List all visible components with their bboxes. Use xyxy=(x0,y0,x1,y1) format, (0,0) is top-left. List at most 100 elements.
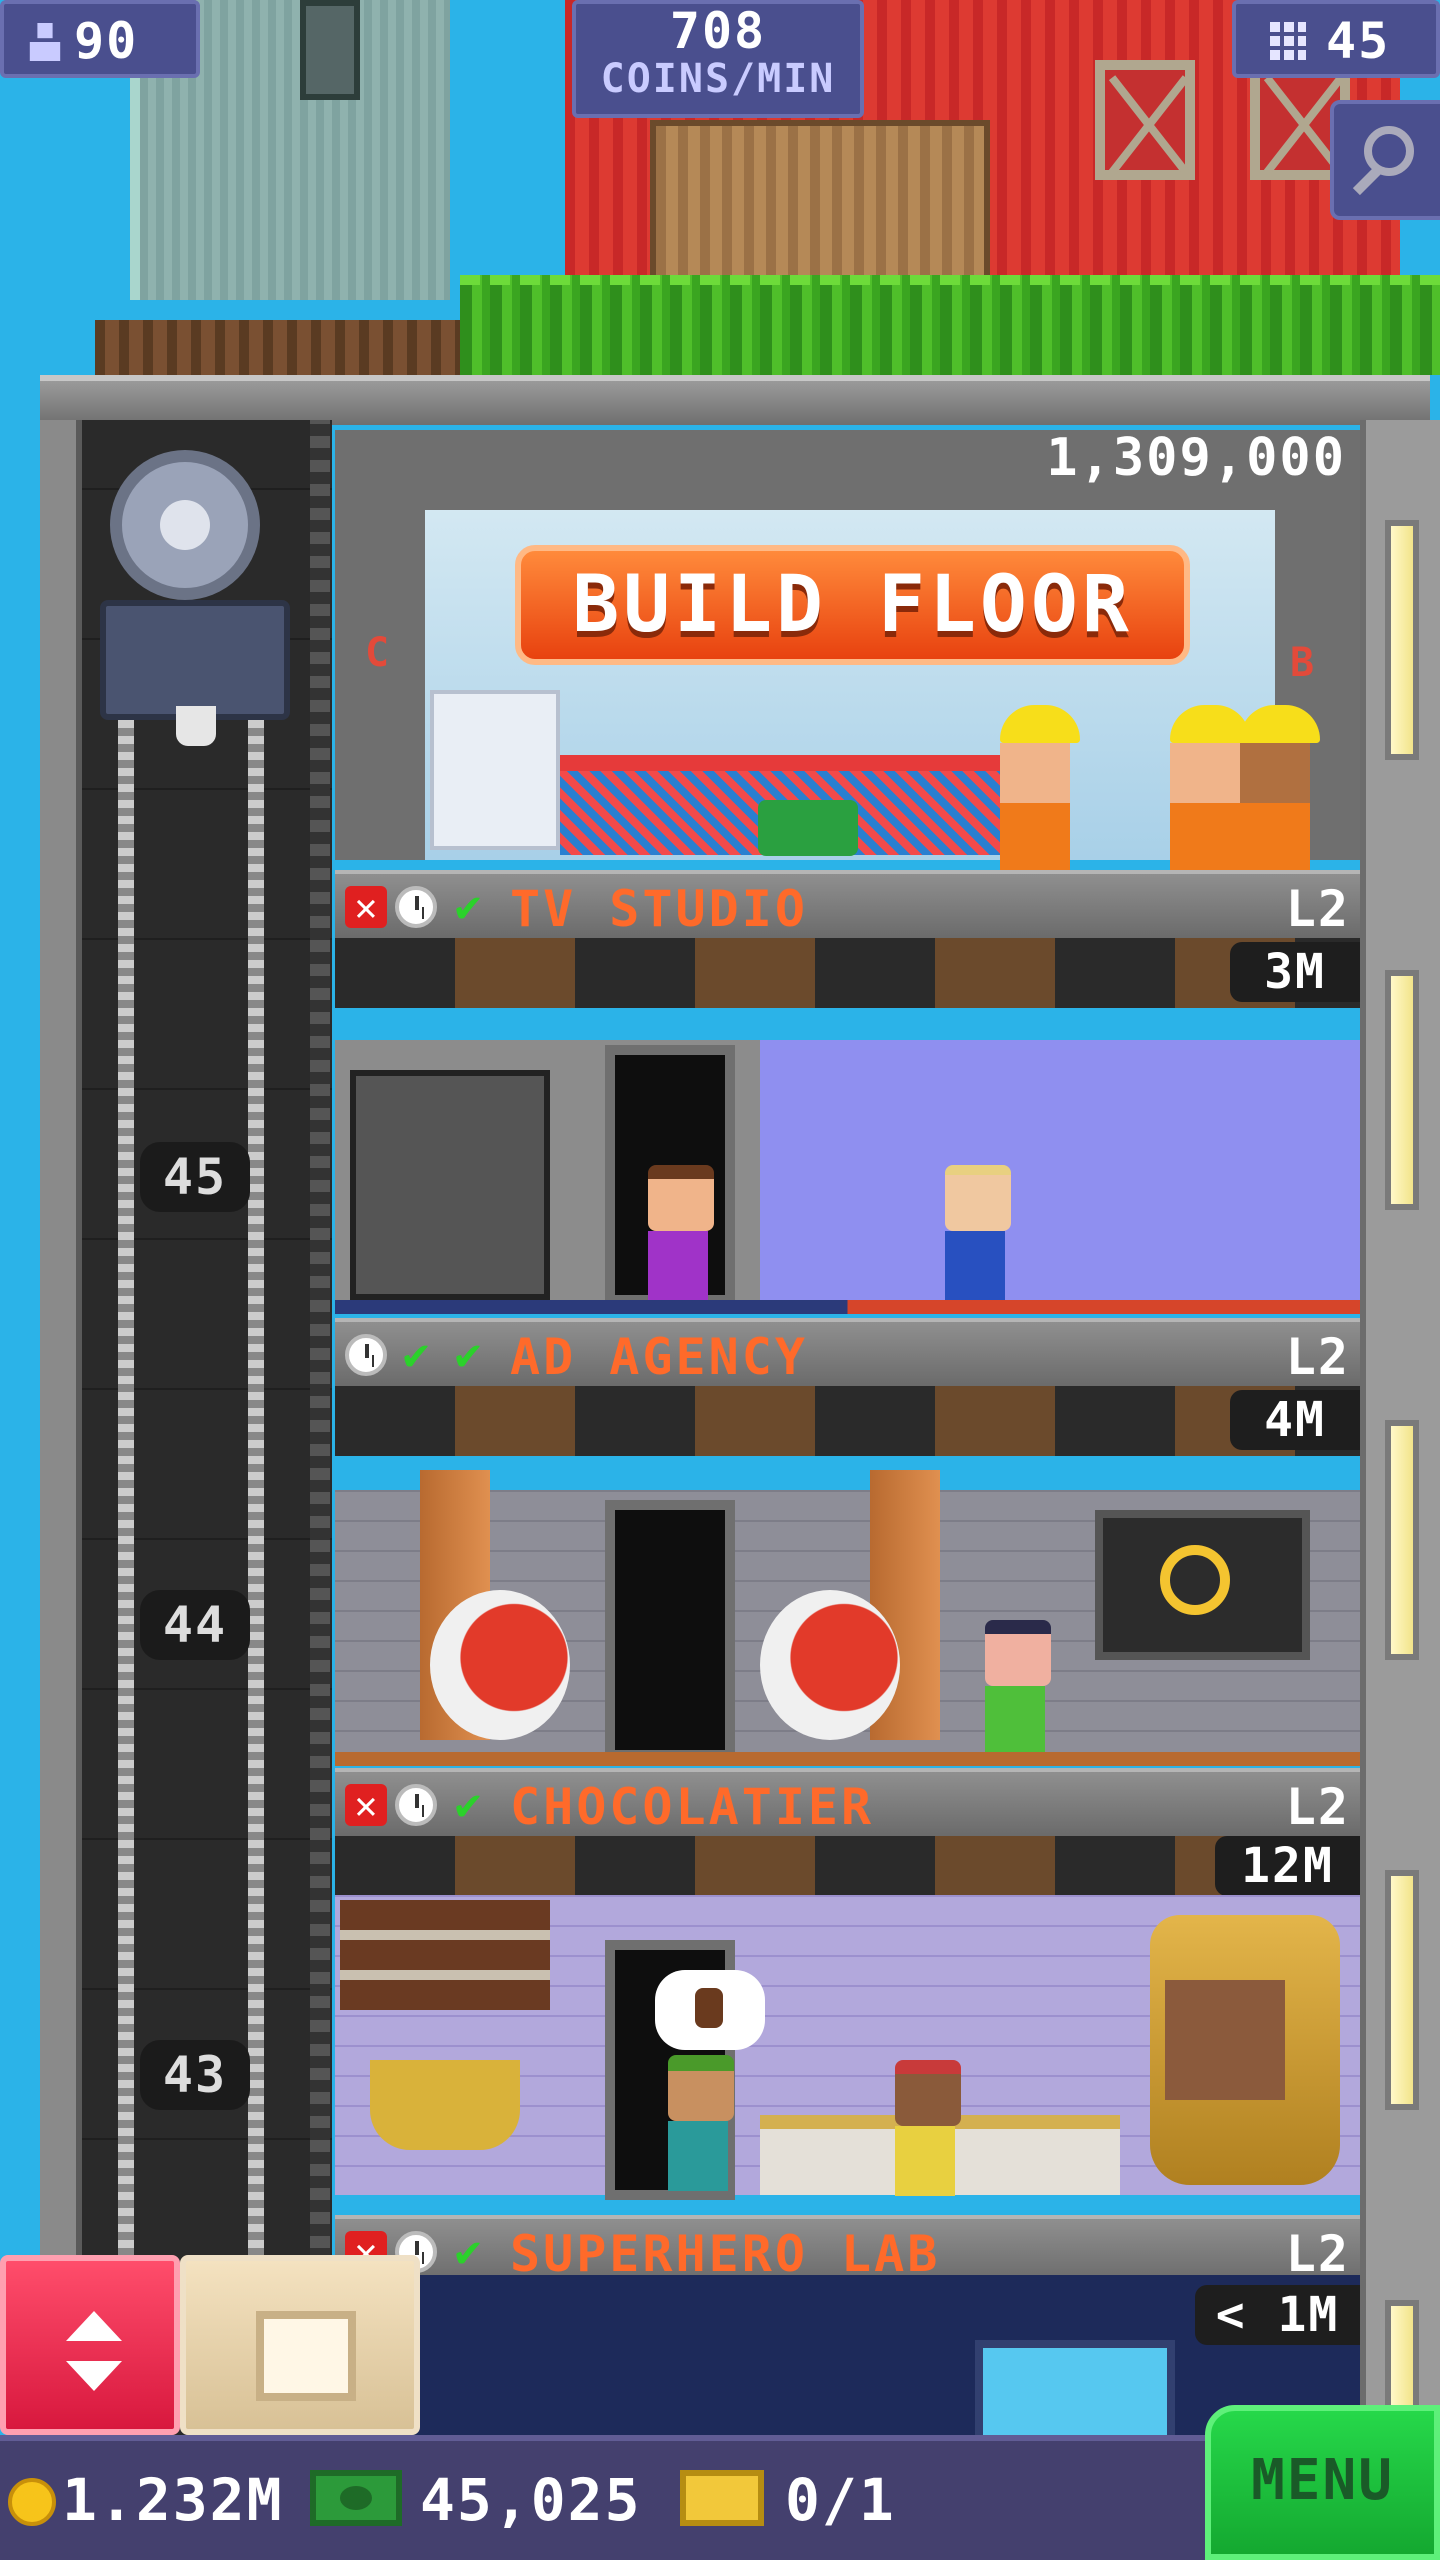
bitizen-body xyxy=(985,1686,1045,1756)
coins-per-minute-value: 708 xyxy=(669,2,767,60)
bitizen-head xyxy=(945,1165,1011,1231)
floor-header-tv-studio[interactable]: ✕ ✔ TV STUDIO L2 xyxy=(335,870,1360,938)
hardhat-icon xyxy=(1240,705,1320,743)
chocolate-tank xyxy=(1165,1980,1285,2100)
worker-body xyxy=(1240,803,1310,873)
menu-button[interactable]: MENU xyxy=(1205,2405,1440,2560)
arrow-down-icon xyxy=(66,2361,122,2391)
floor-door xyxy=(605,1500,735,1760)
floor-count-value: 45 xyxy=(1326,12,1391,70)
floor-value-tag: 4M xyxy=(1230,1390,1360,1450)
tv-studio-backdrop xyxy=(760,1040,1360,1310)
check-icon: ✔ xyxy=(454,881,482,932)
elevator-rail xyxy=(310,420,330,2440)
shaft-floor-number: 43 xyxy=(140,2040,250,2110)
worker-head xyxy=(1000,743,1070,803)
side-window xyxy=(1385,1870,1419,2110)
check-icon: ✔ xyxy=(454,2226,482,2277)
clock-icon xyxy=(395,1784,437,1826)
worker-head xyxy=(1240,743,1310,803)
hardhat-icon xyxy=(1000,705,1080,743)
clock-icon xyxy=(395,886,437,928)
ring-icon xyxy=(1160,1545,1230,1615)
floor-level: L2 xyxy=(1285,1328,1350,1386)
barn-window xyxy=(1095,60,1195,180)
construction-side-label: B xyxy=(1290,640,1317,686)
arrow-up-icon xyxy=(66,2311,122,2341)
bitizen[interactable] xyxy=(985,1620,1055,1756)
construction-crate xyxy=(430,690,560,850)
check-icon: ✔ xyxy=(402,1329,430,1380)
bitizen[interactable] xyxy=(945,1165,1015,1301)
tv-studio-floor xyxy=(335,1300,1360,1314)
rooftop-grass xyxy=(460,275,1440,375)
floor-counter[interactable]: 45 xyxy=(1232,0,1440,78)
build-floor-button[interactable]: BUILD FLOOR xyxy=(515,545,1190,665)
floor-header-superhero-lab[interactable]: ✕ ✔ SUPERHERO LAB L2 xyxy=(335,2215,1360,2283)
zoom-button[interactable] xyxy=(1330,100,1440,220)
lab-monitor xyxy=(975,2340,1175,2450)
rooftop-fence xyxy=(95,320,485,375)
side-window xyxy=(1385,520,1419,760)
toolbox xyxy=(758,800,858,856)
coin-icon xyxy=(8,2478,56,2526)
side-window xyxy=(1385,1420,1419,1660)
building-left-wall xyxy=(40,420,82,2440)
rooftop-tower-window xyxy=(300,0,360,100)
population-counter[interactable]: 90 xyxy=(0,0,200,78)
floor-level: L2 xyxy=(1285,880,1350,938)
bitizen-head xyxy=(648,1165,714,1231)
bitizen-body xyxy=(895,2126,955,2196)
population-value: 90 xyxy=(74,12,139,70)
floor-ceiling xyxy=(335,1386,1360,1456)
chocolate-icon xyxy=(695,1988,723,2028)
building-roof xyxy=(40,375,1430,425)
box-icon xyxy=(256,2311,356,2401)
bitizen[interactable] xyxy=(668,2055,738,2191)
hardhat-icon xyxy=(1170,705,1250,743)
egg-chair xyxy=(760,1590,900,1740)
side-window xyxy=(1385,970,1419,1210)
bitizen[interactable] xyxy=(895,2060,965,2196)
inventory-button[interactable] xyxy=(180,2255,420,2435)
check-icon: ✔ xyxy=(454,1329,482,1380)
egg-chair xyxy=(430,1590,570,1740)
thought-bubble[interactable] xyxy=(655,1970,765,2050)
elevator-button[interactable] xyxy=(0,2255,180,2435)
bitizen-head xyxy=(668,2055,734,2121)
coins-value: 1.232M xyxy=(62,2466,284,2534)
bitizen-head xyxy=(985,1620,1051,1686)
floor-name: AD AGENCY xyxy=(510,1328,808,1386)
coins-per-minute-panel: 708 COINS/MIN xyxy=(572,0,864,118)
clock-icon xyxy=(345,1334,387,1376)
magnifier-handle xyxy=(1352,166,1382,196)
stock-empty-icon: ✕ xyxy=(345,886,387,928)
chocolate-bowl xyxy=(370,2060,520,2150)
floor-value-tag: < 1M xyxy=(1195,2285,1360,2345)
chocolate-shelf xyxy=(340,1900,550,2010)
tv-control-console xyxy=(350,1070,550,1300)
construction-worker xyxy=(1170,705,1250,873)
floor-ceiling xyxy=(335,938,1360,1008)
floor-header-ad-agency[interactable]: ✔ ✔ AD AGENCY L2 xyxy=(335,1318,1360,1386)
bitizen[interactable] xyxy=(648,1165,718,1301)
coins-per-minute-label: COINS/MIN xyxy=(600,56,836,102)
worker-head xyxy=(1170,743,1240,803)
check-icon: ✔ xyxy=(454,1779,482,1830)
tower-bux-icon[interactable] xyxy=(310,2470,402,2526)
build-floor-cost: 1,309,000 xyxy=(1046,428,1346,488)
construction-worker xyxy=(1240,705,1320,873)
elevator-cable xyxy=(248,700,264,2440)
floor-value-tag: 12M xyxy=(1215,1836,1360,1896)
elevator-car[interactable] xyxy=(100,600,290,746)
building-icon xyxy=(1266,18,1306,64)
shaft-floor-number: 45 xyxy=(140,1142,250,1212)
construction-worker xyxy=(1000,705,1080,873)
worker-body xyxy=(1000,803,1070,873)
floor-name: CHOCOLATIER xyxy=(510,1778,875,1836)
golden-ticket-icon[interactable] xyxy=(680,2470,764,2526)
floor-header-chocolatier[interactable]: ✕ ✔ CHOCOLATIER L2 xyxy=(335,1768,1360,1836)
person-icon xyxy=(29,23,61,61)
bitizen-body xyxy=(648,1231,708,1301)
floor-name: TV STUDIO xyxy=(510,880,808,938)
